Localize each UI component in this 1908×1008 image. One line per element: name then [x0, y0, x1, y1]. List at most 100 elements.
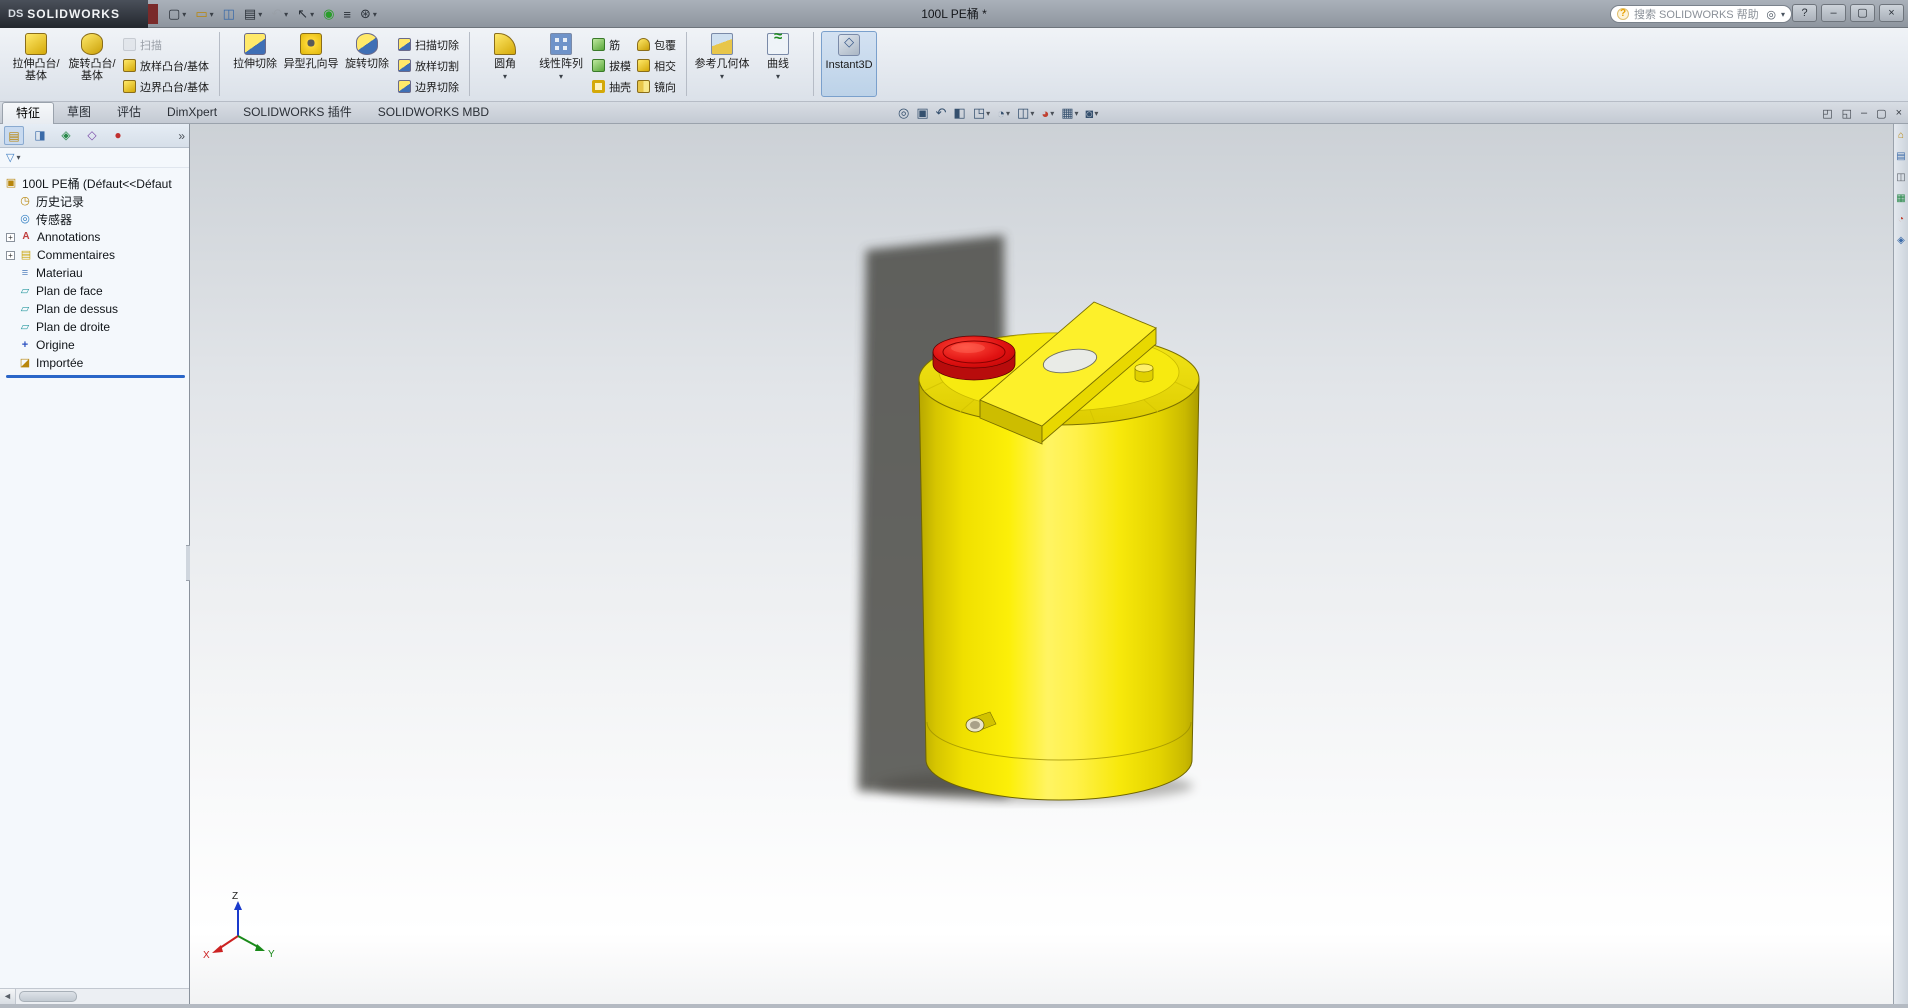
boundary-cut-button[interactable]: 边界切除 — [395, 77, 462, 96]
chevron-down-icon[interactable]: ▾ — [720, 71, 724, 83]
propertymanager-tab[interactable]: ◨ — [30, 126, 50, 145]
revolved-boss-button[interactable]: 旋转凸台/基体 — [64, 31, 120, 97]
view-palette-tab-icon[interactable]: ▦ — [1896, 193, 1905, 204]
panel-horizontal-scrollbar[interactable]: ◄ — [0, 988, 189, 1004]
tab-evaluate[interactable]: 评估 — [104, 102, 154, 124]
document-close-button[interactable]: × — [1896, 107, 1902, 119]
tree-item-front-plane[interactable]: ▱ Plan de face — [4, 282, 189, 300]
extruded-boss-button[interactable]: 拉伸凸台/基体 — [8, 31, 64, 97]
select-button[interactable]: ↖ ▾ — [297, 6, 314, 22]
swept-cut-button[interactable]: 扫描切除 — [395, 35, 462, 54]
apply-scene-button[interactable]: ▦ ▾ — [1061, 105, 1078, 121]
help-button[interactable]: ? — [1792, 4, 1817, 22]
revolved-cut-button[interactable]: 旋转切除 — [339, 31, 395, 97]
minimize-button[interactable]: – — [1821, 4, 1846, 22]
display-style-button[interactable]: ◔ ▾ — [997, 106, 1010, 121]
options-button[interactable]: ⊛ ▾ — [360, 6, 377, 22]
rollback-bar[interactable] — [6, 375, 185, 378]
print-button[interactable]: ▤ ▾ — [244, 6, 262, 22]
scrollbar-thumb[interactable] — [19, 991, 77, 1002]
displaymanager-tab[interactable]: ● — [108, 126, 128, 145]
edit-appearance-button[interactable]: ◕ ▾ — [1041, 106, 1054, 121]
shell-button[interactable]: 抽壳 — [589, 77, 634, 96]
hole-wizard-button[interactable]: 异型孔向导 — [283, 31, 339, 97]
chevron-down-icon[interactable]: ▾ — [559, 71, 563, 83]
filter-funnel-icon[interactable]: ▽ — [6, 151, 14, 164]
rebuild-button[interactable]: ◉ — [323, 6, 334, 22]
search-icon[interactable]: ◎ — [1766, 8, 1776, 21]
tab-sketch[interactable]: 草图 — [54, 102, 104, 124]
design-library-tab-icon[interactable]: ▤ — [1896, 151, 1905, 162]
zoom-to-fit-button[interactable]: ◎ — [898, 105, 909, 121]
graphics-area[interactable]: Z X Y — [190, 124, 1893, 1004]
chevron-down-icon: ▾ — [182, 9, 187, 19]
undo-button[interactable]: ↶ ▾ — [271, 6, 288, 22]
tree-root-part[interactable]: ▣ 100L PE桶 (Défaut<<Défaut — [4, 174, 189, 192]
tank-red-cap[interactable] — [932, 335, 1016, 381]
appearances-tab-icon[interactable]: ◔ — [1898, 214, 1904, 225]
new-document-button[interactable]: ▢ ▾ — [168, 6, 186, 22]
extruded-cut-button[interactable]: 拉伸切除 — [227, 31, 283, 97]
open-button[interactable]: ▭ ▾ — [195, 6, 213, 22]
previous-view-button[interactable]: ↶ — [936, 105, 947, 121]
fillet-button[interactable]: 圆角 ▾ — [477, 31, 533, 97]
save-button[interactable]: ◫ — [223, 6, 235, 22]
boundary-boss-button[interactable]: 边界凸台/基体 — [120, 77, 212, 96]
custom-properties-tab-icon[interactable]: ◈ — [1897, 235, 1905, 246]
lofted-cut-button[interactable]: 放样切割 — [395, 56, 462, 75]
search-box[interactable]: ? 搜索 SOLIDWORKS 帮助 ◎ ▾ — [1610, 5, 1792, 23]
tree-item-annotations[interactable]: + A Annotations — [4, 228, 189, 246]
document-restore-button[interactable]: ▢ — [1876, 107, 1886, 120]
tab-features[interactable]: 特征 — [2, 102, 55, 124]
swept-boss-button[interactable]: 扫描 — [120, 35, 212, 54]
quick-access-toolbar: ▢ ▾ ▭ ▾ ◫ ▤ ▾ ↶ ▾ ↖ ▾ ◉ ≡ ⊛ ▾ — [168, 0, 377, 28]
file-explorer-tab-icon[interactable]: ◫ — [1896, 172, 1905, 183]
chevron-down-icon[interactable]: ▾ — [16, 153, 20, 162]
document-minimize-button[interactable]: – — [1861, 107, 1867, 119]
zoom-to-area-button[interactable]: ▣ — [916, 105, 928, 121]
linear-pattern-button[interactable]: 线性阵列 ▾ — [533, 31, 589, 97]
viewport-layout-button[interactable]: ◰ — [1822, 107, 1832, 120]
resources-tab-icon[interactable]: ⌂ — [1898, 130, 1904, 141]
scroll-left-arrow[interactable]: ◄ — [0, 989, 16, 1004]
rib-button[interactable]: 筋 — [589, 35, 634, 54]
intersect-button[interactable]: 相交 — [634, 56, 679, 75]
tree-item-top-plane[interactable]: ▱ Plan de dessus — [4, 300, 189, 318]
tree-item-right-plane[interactable]: ▱ Plan de droite — [4, 318, 189, 336]
draft-button[interactable]: 拔模 — [589, 56, 634, 75]
tree-item-origin[interactable]: + Origine — [4, 336, 189, 354]
panel-overflow-chevron[interactable]: » — [178, 129, 185, 143]
tree-item-material[interactable]: ≡ Materiau — [4, 264, 189, 282]
close-button[interactable]: × — [1879, 4, 1904, 22]
featuremanager-tab[interactable]: ▤ — [4, 126, 24, 145]
viewport-split-button[interactable]: ◱ — [1842, 107, 1852, 120]
tree-item-sensors[interactable]: ◎ 传感器 — [4, 210, 189, 228]
view-orientation-button[interactable]: ◳ ▾ — [973, 105, 990, 121]
wrap-button[interactable]: 包覆 — [634, 35, 679, 54]
chevron-down-icon[interactable]: ▾ — [776, 71, 780, 83]
tab-dimxpert[interactable]: DimXpert — [154, 102, 230, 124]
search-dropdown-icon[interactable]: ▾ — [1781, 10, 1785, 19]
curves-button[interactable]: 曲线 ▾ — [750, 31, 806, 97]
configurationmanager-tab[interactable]: ◈ — [56, 126, 76, 145]
reference-geometry-button[interactable]: 参考几何体 ▾ — [694, 31, 750, 97]
tank-model[interactable] — [918, 301, 1200, 801]
dimxpertmanager-tab[interactable]: ◇ — [82, 126, 102, 145]
instant3d-toggle[interactable]: Instant3D — [821, 31, 878, 97]
chevron-down-icon[interactable]: ▾ — [503, 71, 507, 83]
mirror-button[interactable]: 镜向 — [634, 77, 679, 96]
tree-item-comments[interactable]: + ▤ Commentaires — [4, 246, 189, 264]
tab-addins[interactable]: SOLIDWORKS 插件 — [230, 102, 365, 124]
tab-mbd[interactable]: SOLIDWORKS MBD — [365, 102, 502, 124]
file-properties-button[interactable]: ≡ — [343, 7, 351, 22]
section-view-button[interactable]: ◧ — [954, 105, 966, 121]
tree-item-history[interactable]: ◷ 历史记录 — [4, 192, 189, 210]
expand-plus-icon[interactable]: + — [6, 250, 15, 260]
tree-item-imported[interactable]: ◪ Importée — [4, 354, 189, 372]
maximize-button[interactable]: ▢ — [1850, 4, 1875, 22]
expand-plus-icon[interactable]: + — [6, 232, 15, 242]
lofted-boss-button[interactable]: 放样凸台/基体 — [120, 56, 212, 75]
view-settings-button[interactable]: ◙ ▾ — [1086, 106, 1099, 121]
tank-top-nozzle[interactable] — [1134, 363, 1154, 383]
hide-show-items-button[interactable]: ◫ ▾ — [1017, 105, 1034, 121]
